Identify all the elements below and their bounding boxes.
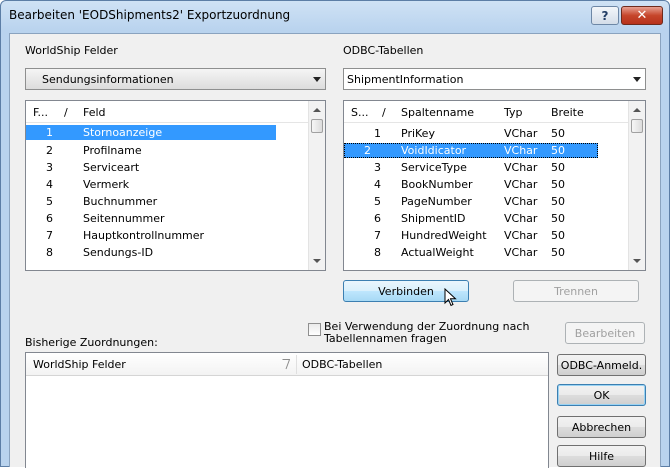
list-item[interactable]: 2 Profilname: [26, 143, 309, 158]
column-header-column-name[interactable]: Spaltenname: [401, 106, 474, 119]
scroll-up-icon[interactable]: [313, 108, 321, 112]
prompt-table-name-checkbox[interactable]: [308, 323, 321, 336]
dialog-window: Bearbeiten 'EODShipments2' Exportzuordnu…: [0, 0, 670, 468]
odbc-table-combo[interactable]: ShipmentInformation: [343, 68, 646, 90]
table-row[interactable]: 6 ShipmentID VChar 50: [344, 211, 629, 226]
table-row[interactable]: 8 ActualWeight VChar 50: [344, 245, 629, 260]
odbc-tables-label: ODBC-Tabellen: [343, 44, 424, 57]
mouse-cursor-icon: [444, 288, 457, 307]
list-item[interactable]: 3 Serviceart: [26, 160, 309, 175]
scroll-down-icon[interactable]: [633, 259, 641, 263]
worldship-list-header: F... / Feld: [26, 101, 309, 123]
scroll-down-icon[interactable]: [313, 259, 321, 263]
disconnect-button[interactable]: Trennen: [513, 280, 639, 302]
table-row[interactable]: 4 BookNumber VChar 50: [344, 177, 629, 192]
chevron-down-icon: [313, 77, 321, 82]
table-row[interactable]: 5 PageNumber VChar 50: [344, 194, 629, 209]
odbc-list-header: S... / Spaltenname Typ Breite: [344, 101, 629, 123]
help-icon: ?: [601, 8, 609, 23]
dialog-client-area: WorldShip Felder Sendungsinformationen F…: [9, 33, 661, 468]
column-header-odbc-tables[interactable]: ODBC-Tabellen: [302, 358, 382, 371]
list-item[interactable]: 4 Vermerk: [26, 177, 309, 192]
checkbox-label-line2: Tabellennamen fragen: [324, 332, 447, 345]
cancel-button[interactable]: Abbrechen: [557, 416, 646, 438]
chevron-down-icon: [633, 77, 641, 82]
odbc-list-scrollbar[interactable]: [628, 101, 645, 270]
window-title: Bearbeiten 'EODShipments2' Exportzuordnu…: [9, 8, 291, 22]
mappings-list-header: WorldShip Felder ODBC-Tabellen: [26, 353, 548, 376]
ok-button[interactable]: OK: [557, 384, 646, 406]
table-row[interactable]: 7 HundredWeight VChar 50: [344, 228, 629, 243]
table-row[interactable]: 1 PriKey VChar 50: [344, 126, 629, 141]
scroll-up-icon[interactable]: [633, 108, 641, 112]
worldship-fields-label: WorldShip Felder: [25, 44, 118, 57]
column-sort-divider: /: [64, 106, 68, 119]
title-help-button[interactable]: ?: [591, 6, 619, 25]
column-sort-divider: /: [382, 106, 386, 119]
worldship-fields-list[interactable]: F... / Feld 1 Stornoanzeige 2 Profilname…: [25, 100, 326, 271]
list-item[interactable]: 5 Buchnummer: [26, 194, 309, 209]
column-header-width[interactable]: Breite: [551, 106, 584, 119]
odbc-columns-list[interactable]: S... / Spaltenname Typ Breite 1 PriKey V…: [343, 100, 646, 271]
close-icon: ✕: [636, 8, 648, 23]
title-bar[interactable]: Bearbeiten 'EODShipments2' Exportzuordnu…: [1, 1, 669, 29]
odbc-table-value: ShipmentInformation: [347, 73, 464, 86]
odbc-login-button[interactable]: ODBC-Anmeld.: [557, 354, 646, 376]
list-item[interactable]: 8 Sendungs-ID: [26, 245, 309, 260]
scrollbar-thumb[interactable]: [311, 119, 323, 133]
existing-mappings-list[interactable]: WorldShip Felder ODBC-Tabellen: [25, 352, 549, 468]
help-button[interactable]: Hilfe: [557, 445, 646, 467]
worldship-category-value: Sendungsinformationen: [42, 73, 174, 86]
worldship-category-combo[interactable]: Sendungsinformationen: [25, 68, 326, 90]
column-header-number[interactable]: S...: [351, 106, 368, 119]
column-header-worldship-fields[interactable]: WorldShip Felder: [33, 358, 126, 371]
title-close-button[interactable]: ✕: [621, 6, 663, 25]
column-header-field[interactable]: Feld: [83, 106, 106, 119]
sort-indicator-icon: [282, 359, 290, 370]
table-row[interactable]: 3 ServiceType VChar 50: [344, 160, 629, 175]
column-divider[interactable]: [296, 355, 297, 374]
list-item[interactable]: 1 Stornoanzeige: [26, 125, 276, 140]
existing-mappings-label: Bisherige Zuordnungen:: [25, 336, 158, 349]
scrollbar-thumb[interactable]: [631, 119, 643, 133]
edit-button[interactable]: Bearbeiten: [565, 322, 645, 344]
list-item[interactable]: 6 Seitennummer: [26, 211, 309, 226]
table-row[interactable]: 2 VoidIdicator VChar 50: [344, 143, 598, 158]
column-header-number[interactable]: F...: [33, 106, 48, 119]
list-item[interactable]: 7 Hauptkontrollnummer: [26, 228, 309, 243]
column-header-type[interactable]: Typ: [504, 106, 523, 119]
worldship-list-scrollbar[interactable]: [308, 101, 325, 270]
